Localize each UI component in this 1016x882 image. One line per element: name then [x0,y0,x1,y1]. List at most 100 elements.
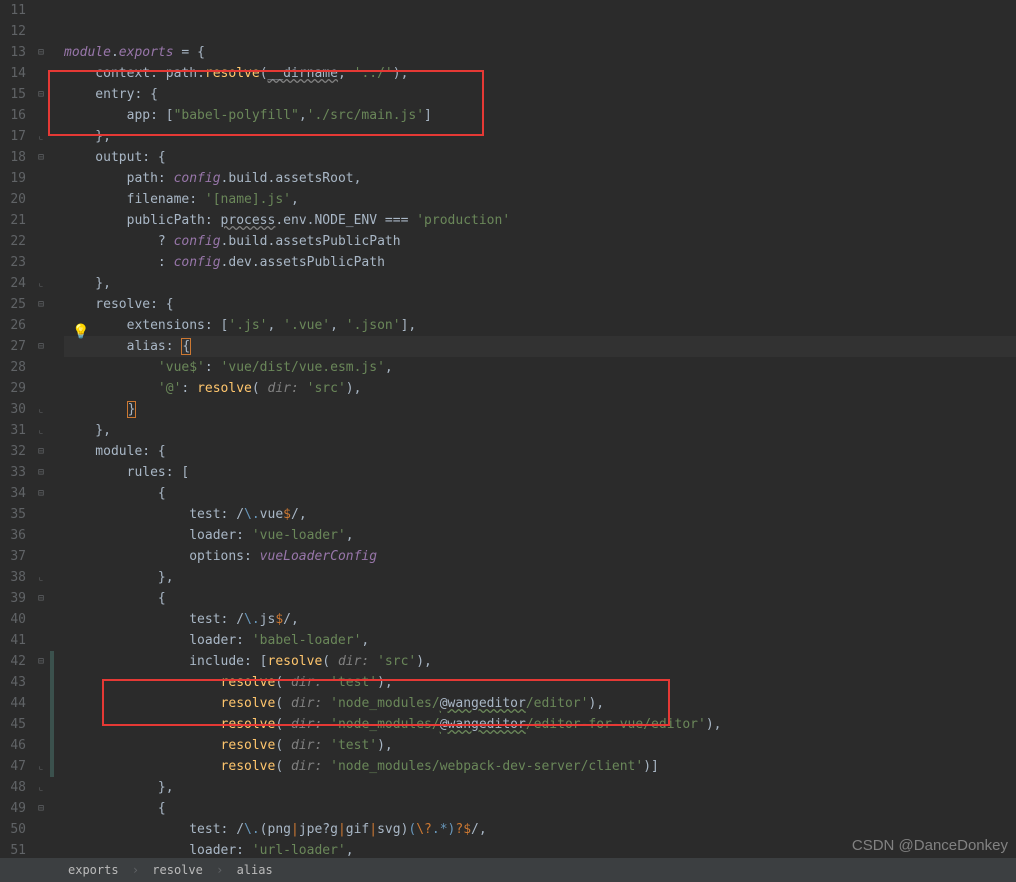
code-line[interactable]: : config.dev.assetsPublicPath [64,252,1016,273]
fold-collapse-icon[interactable]: ⊟ [32,588,50,609]
fold-collapse-icon[interactable]: ⊟ [32,147,50,168]
fold-collapse-icon[interactable]: ⊟ [32,42,50,63]
fold-collapse-icon[interactable]: ⊟ [32,336,50,357]
line-number[interactable]: 35 [0,504,26,525]
breadcrumb-item[interactable]: exports [68,863,119,877]
code-editor[interactable]: 1112131415161718192021222324252627282930… [0,0,1016,882]
code-line[interactable]: resolve( dir: 'node_modules/@wangeditor/… [64,714,1016,735]
fold-column[interactable]: ⊟⊟⌞⊟⌞⊟⊟⌞⌞⊟⊟⊟⌞⊟⊟⌞⌞⊟ [32,0,50,858]
intention-bulb-icon[interactable]: 💡 [72,322,89,343]
code-line[interactable]: test: /\.js$/, [64,609,1016,630]
line-number[interactable]: 49 [0,798,26,819]
code-line[interactable]: 'vue$': 'vue/dist/vue.esm.js', [64,357,1016,378]
line-number[interactable]: 42 [0,651,26,672]
line-number[interactable]: 44 [0,693,26,714]
code-line[interactable]: }, [64,273,1016,294]
line-number[interactable]: 39 [0,588,26,609]
watermark-text: CSDN @DanceDonkey [852,835,1008,856]
line-number[interactable]: 40 [0,609,26,630]
line-number[interactable]: 24 [0,273,26,294]
code-line[interactable]: test: /\.vue$/, [64,504,1016,525]
line-number[interactable]: 50 [0,819,26,840]
code-line[interactable]: resolve( dir: 'node_modules/@wangeditor/… [64,693,1016,714]
line-number[interactable]: 46 [0,735,26,756]
line-number[interactable]: 11 [0,0,26,21]
line-number[interactable]: 14 [0,63,26,84]
code-line[interactable]: ? config.build.assetsPublicPath [64,231,1016,252]
code-line[interactable]: rules: [ [64,462,1016,483]
line-number[interactable]: 15 [0,84,26,105]
code-line[interactable]: alias: { [64,336,1016,357]
line-number[interactable]: 32 [0,441,26,462]
code-line[interactable]: extensions: ['.js', '.vue', '.json'], [64,315,1016,336]
fold-collapse-icon[interactable]: ⊟ [32,483,50,504]
line-number[interactable]: 45 [0,714,26,735]
line-number[interactable]: 27 [0,336,26,357]
code-line[interactable]: resolve( dir: 'test'), [64,735,1016,756]
code-line[interactable]: module: { [64,441,1016,462]
code-line[interactable]: }, [64,777,1016,798]
code-line[interactable]: include: [resolve( dir: 'src'), [64,651,1016,672]
line-number[interactable]: 29 [0,378,26,399]
line-number[interactable]: 37 [0,546,26,567]
line-number[interactable]: 26 [0,315,26,336]
line-number[interactable]: 48 [0,777,26,798]
code-line[interactable]: resolve: { [64,294,1016,315]
code-line[interactable]: options: vueLoaderConfig [64,546,1016,567]
fold-collapse-icon[interactable]: ⊟ [32,84,50,105]
fold-collapse-icon[interactable]: ⊟ [32,798,50,819]
line-number[interactable]: 16 [0,105,26,126]
line-number-gutter[interactable]: 1112131415161718192021222324252627282930… [0,0,32,858]
line-number[interactable]: 13 [0,42,26,63]
line-number[interactable]: 43 [0,672,26,693]
code-line[interactable] [64,0,1016,21]
breadcrumb[interactable]: exports › resolve › alias [0,858,1016,882]
fold-collapse-icon[interactable]: ⊟ [32,294,50,315]
line-number[interactable]: 25 [0,294,26,315]
code-line[interactable]: { [64,483,1016,504]
code-line[interactable]: loader: 'vue-loader', [64,525,1016,546]
code-line[interactable]: }, [64,126,1016,147]
code-line[interactable]: filename: '[name].js', [64,189,1016,210]
code-line[interactable]: context: path.resolve(__dirname, '../'), [64,63,1016,84]
line-number[interactable]: 38 [0,567,26,588]
code-line[interactable]: entry: { [64,84,1016,105]
line-number[interactable]: 47 [0,756,26,777]
code-line[interactable]: app: ["babel-polyfill",'./src/main.js'] [64,105,1016,126]
breadcrumb-item[interactable]: alias [237,863,273,877]
line-number[interactable]: 41 [0,630,26,651]
code-line[interactable]: module.exports = { [64,42,1016,63]
code-line[interactable]: { [64,798,1016,819]
code-area[interactable]: module.exports = { context: path.resolve… [64,0,1016,858]
code-line[interactable]: resolve( dir: 'node_modules/webpack-dev-… [64,756,1016,777]
line-number[interactable]: 17 [0,126,26,147]
line-number[interactable]: 19 [0,168,26,189]
line-number[interactable]: 34 [0,483,26,504]
code-line[interactable]: } [64,399,1016,420]
line-number[interactable]: 20 [0,189,26,210]
line-number[interactable]: 30 [0,399,26,420]
fold-collapse-icon[interactable]: ⊟ [32,462,50,483]
code-line[interactable]: }, [64,420,1016,441]
code-line[interactable]: publicPath: process.env.NODE_ENV === 'pr… [64,210,1016,231]
code-line[interactable] [64,21,1016,42]
code-line[interactable]: '@': resolve( dir: 'src'), [64,378,1016,399]
line-number[interactable]: 12 [0,21,26,42]
line-number[interactable]: 23 [0,252,26,273]
line-number[interactable]: 22 [0,231,26,252]
line-number[interactable]: 31 [0,420,26,441]
line-number[interactable]: 36 [0,525,26,546]
line-number[interactable]: 21 [0,210,26,231]
breadcrumb-item[interactable]: resolve [152,863,203,877]
fold-collapse-icon[interactable]: ⊟ [32,441,50,462]
line-number[interactable]: 18 [0,147,26,168]
line-number[interactable]: 33 [0,462,26,483]
code-line[interactable]: loader: 'babel-loader', [64,630,1016,651]
code-line[interactable]: resolve( dir: 'test'), [64,672,1016,693]
code-line[interactable]: }, [64,567,1016,588]
code-line[interactable]: { [64,588,1016,609]
line-number[interactable]: 28 [0,357,26,378]
code-line[interactable]: path: config.build.assetsRoot, [64,168,1016,189]
fold-collapse-icon[interactable]: ⊟ [32,651,50,672]
code-line[interactable]: output: { [64,147,1016,168]
